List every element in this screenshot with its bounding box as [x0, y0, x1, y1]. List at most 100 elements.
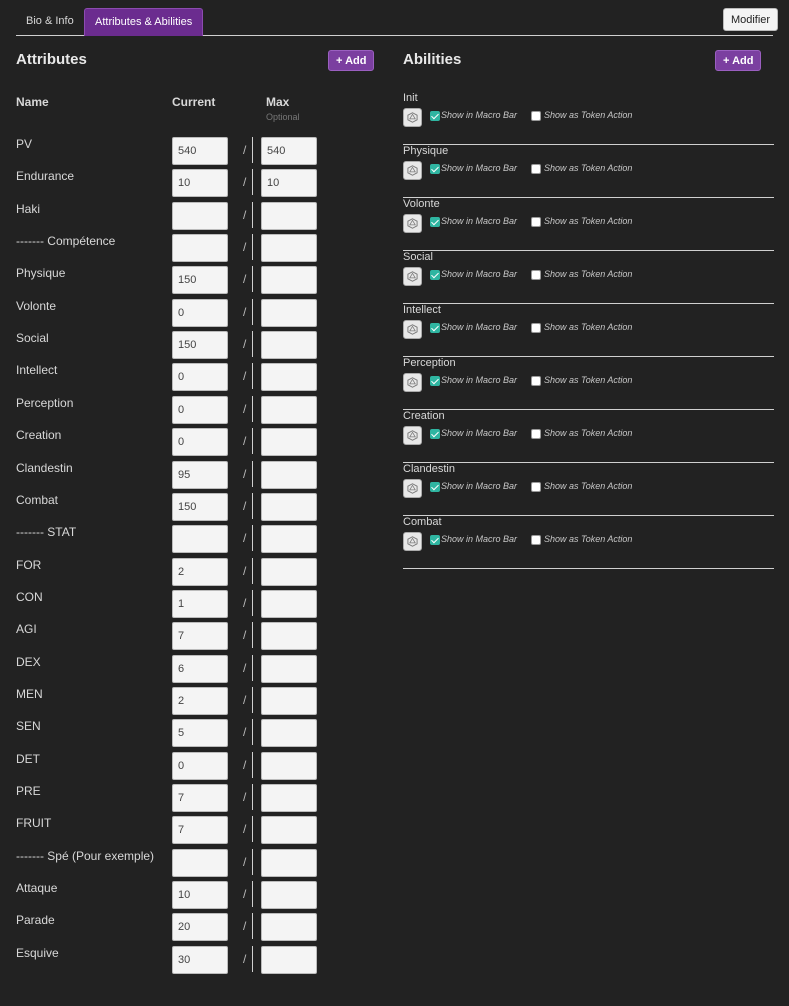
attribute-max-input[interactable]: [261, 784, 317, 812]
attribute-current-input[interactable]: [172, 848, 228, 877]
divider: [252, 913, 253, 940]
show-in-macro-bar-checkbox[interactable]: [430, 270, 440, 280]
attribute-max-input[interactable]: [261, 525, 317, 554]
attribute-max-input[interactable]: [261, 137, 317, 165]
attribute-current-input[interactable]: [172, 881, 228, 910]
attribute-current-input[interactable]: [172, 331, 228, 360]
attribute-max-input[interactable]: [261, 751, 317, 780]
attribute-current-input[interactable]: [172, 460, 228, 489]
attribute-max-input[interactable]: [261, 331, 317, 360]
attribute-current-input[interactable]: [172, 654, 228, 683]
attribute-max-input[interactable]: [261, 816, 317, 845]
attribute-max-input[interactable]: [261, 492, 317, 521]
attribute-row: DET /: [16, 751, 326, 780]
separator-slash: /: [243, 563, 247, 578]
dice-roll-icon[interactable]: [403, 161, 422, 180]
show-in-macro-bar-checkbox[interactable]: [430, 482, 440, 492]
abilities-title: Abilities: [403, 51, 462, 68]
attribute-max-input[interactable]: [261, 557, 317, 586]
show-in-macro-bar-checkbox[interactable]: [430, 323, 440, 333]
show-as-token-action-checkbox[interactable]: [531, 323, 541, 333]
attribute-current-input[interactable]: [172, 719, 228, 748]
attribute-row: ------- STAT /: [16, 525, 326, 554]
attribute-current-input[interactable]: [172, 816, 228, 845]
attribute-max-input[interactable]: [261, 719, 317, 748]
attribute-current-input[interactable]: [172, 751, 228, 780]
attribute-current-input[interactable]: [172, 686, 228, 715]
attribute-current-input[interactable]: [172, 589, 228, 618]
attribute-current-input[interactable]: [172, 363, 228, 392]
show-as-token-action-checkbox[interactable]: [531, 111, 541, 121]
attribute-max-input[interactable]: [261, 881, 317, 910]
attribute-max-input[interactable]: [261, 589, 317, 618]
show-as-token-action-checkbox[interactable]: [531, 217, 541, 227]
show-as-token-action-checkbox[interactable]: [531, 164, 541, 174]
attribute-max-input[interactable]: [261, 622, 317, 651]
attribute-max-input[interactable]: [261, 913, 317, 942]
attribute-max-input[interactable]: [261, 363, 317, 392]
separator-slash: /: [243, 369, 247, 384]
ability-name: Creation: [403, 410, 445, 422]
attribute-current-input[interactable]: [172, 622, 228, 651]
attribute-max-input[interactable]: [261, 848, 317, 877]
attribute-max-input[interactable]: [261, 428, 317, 457]
ability-name: Social: [403, 251, 433, 263]
attribute-current-input[interactable]: [172, 234, 228, 263]
dice-roll-icon[interactable]: [403, 320, 422, 339]
modify-button[interactable]: Modifier: [723, 8, 778, 31]
dice-roll-icon[interactable]: [403, 108, 422, 127]
attribute-max-input[interactable]: [261, 169, 317, 198]
attribute-current-input[interactable]: [172, 201, 228, 230]
divider: [252, 622, 253, 649]
show-as-token-action-checkbox[interactable]: [531, 429, 541, 439]
show-in-macro-bar-checkbox[interactable]: [430, 535, 440, 545]
attribute-current-input[interactable]: [172, 913, 228, 942]
show-in-macro-bar-checkbox[interactable]: [430, 429, 440, 439]
attribute-current-input[interactable]: [172, 945, 228, 974]
dice-roll-icon[interactable]: [403, 426, 422, 445]
attribute-current-input[interactable]: [172, 395, 228, 424]
attribute-current-input[interactable]: [172, 428, 228, 457]
show-as-token-action-checkbox[interactable]: [531, 482, 541, 492]
attribute-row: AGI /: [16, 622, 326, 651]
show-as-token-action-checkbox[interactable]: [531, 376, 541, 386]
attribute-max-input[interactable]: [261, 201, 317, 230]
show-in-macro-bar-checkbox[interactable]: [430, 217, 440, 227]
dice-roll-icon[interactable]: [403, 214, 422, 233]
dice-roll-icon[interactable]: [403, 267, 422, 286]
attribute-max-input[interactable]: [261, 686, 317, 715]
attribute-max-input[interactable]: [261, 945, 317, 974]
separator-slash: /: [243, 498, 247, 513]
dice-roll-icon[interactable]: [403, 532, 422, 551]
attribute-current-input[interactable]: [172, 266, 228, 295]
show-in-macro-bar-checkbox[interactable]: [430, 164, 440, 174]
attribute-max-input[interactable]: [261, 266, 317, 295]
attribute-current-input[interactable]: [172, 169, 228, 198]
attribute-current-input[interactable]: [172, 137, 228, 165]
attribute-current-input[interactable]: [172, 557, 228, 586]
tab-attributes-abilities[interactable]: Attributes & Abilities: [84, 8, 204, 36]
dice-roll-icon[interactable]: [403, 373, 422, 392]
divider: [252, 719, 253, 746]
attribute-max-input[interactable]: [261, 234, 317, 263]
add-attribute-button[interactable]: + Add: [328, 50, 375, 71]
attribute-current-input[interactable]: [172, 784, 228, 812]
show-as-token-action-checkbox[interactable]: [531, 270, 541, 280]
tab-bio-info[interactable]: Bio & Info: [16, 8, 84, 36]
show-in-macro-bar-checkbox[interactable]: [430, 376, 440, 386]
attribute-max-input[interactable]: [261, 654, 317, 683]
attribute-current-input[interactable]: [172, 298, 228, 327]
separator-slash: /: [243, 919, 247, 934]
ability-name: Volonte: [403, 198, 440, 210]
show-as-token-action-checkbox[interactable]: [531, 535, 541, 545]
attribute-current-input[interactable]: [172, 492, 228, 521]
dice-roll-icon[interactable]: [403, 479, 422, 498]
show-in-macro-bar-checkbox[interactable]: [430, 111, 440, 121]
attribute-max-input[interactable]: [261, 298, 317, 327]
attribute-max-input[interactable]: [261, 460, 317, 489]
column-header-name: Name: [16, 95, 49, 109]
attribute-current-input[interactable]: [172, 525, 228, 554]
attribute-max-input[interactable]: [261, 395, 317, 424]
attribute-row: FOR /: [16, 557, 326, 586]
add-ability-button[interactable]: + Add: [715, 50, 762, 71]
